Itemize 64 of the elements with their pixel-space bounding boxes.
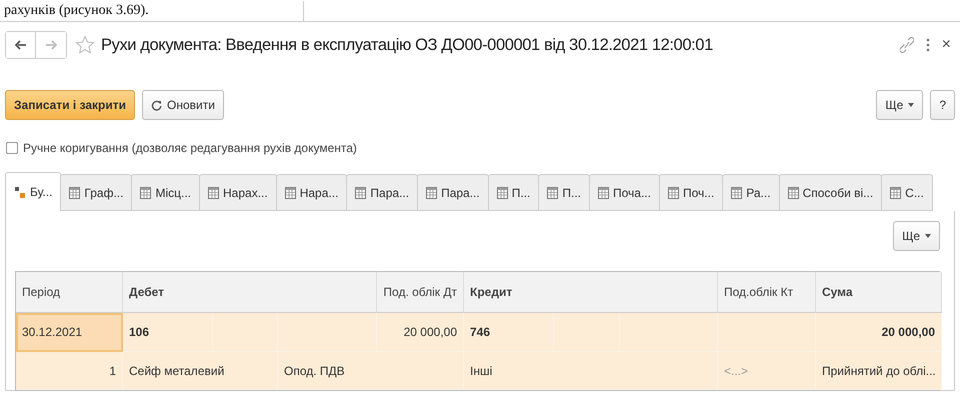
table-cell: 106 [123, 313, 213, 352]
more-button[interactable]: Ще [876, 90, 924, 120]
more-button[interactable]: Ще [893, 221, 940, 251]
star-icon[interactable] [75, 35, 95, 55]
caret-icon [908, 103, 914, 107]
table-icon [731, 186, 742, 198]
table-cell: 746 [464, 313, 554, 352]
back-arrow-icon [14, 40, 26, 50]
checkbox-label: Ручне коригування (дозволяє редагування рухів документа) [23, 141, 357, 155]
tab[interactable]: Пара... [346, 174, 418, 211]
table-icon [788, 186, 799, 198]
tab[interactable]: Нарах... [199, 174, 277, 211]
back-button[interactable] [6, 32, 36, 58]
link-icon[interactable] [900, 37, 914, 53]
tab[interactable]: С... [881, 174, 933, 211]
document-text: рахунків (рисунок 3.69). [4, 0, 304, 20]
debit-credit-icon [14, 186, 26, 198]
table-icon [496, 186, 508, 198]
table-cell: <...> [718, 352, 816, 390]
table-cell: Інші [464, 352, 718, 390]
refresh-icon [151, 100, 162, 110]
tab[interactable]: Поча... [589, 174, 660, 211]
tab[interactable]: Місц... [131, 174, 200, 211]
help-button[interactable]: ? [930, 90, 955, 120]
window-title: Рухи документа: Введення в експлуатацію ОЗ ДО00-000001 від 30.12.2021 12:00:01 [101, 36, 713, 54]
caret-icon [925, 234, 931, 238]
table-icon [284, 186, 296, 198]
table-icon [208, 186, 220, 198]
table-icon [668, 186, 679, 198]
forward-arrow-icon [45, 40, 57, 50]
more-icon[interactable] [926, 38, 930, 52]
table-cell: Сейф металевий [123, 352, 278, 390]
tab[interactable]: Способи ві... [778, 174, 882, 211]
column-header: Сума [816, 272, 942, 313]
close-button[interactable]: × [942, 36, 951, 54]
tab[interactable]: П... [538, 174, 590, 211]
table-icon [69, 186, 80, 198]
tab[interactable]: Бу... [5, 172, 62, 211]
column-header: Період [16, 272, 123, 313]
table-icon [547, 186, 558, 198]
column-header: Под. облік Дт [377, 272, 464, 313]
column-header: Кредит [464, 272, 718, 313]
table-icon [426, 186, 438, 198]
column-header: Под.облік Кт [718, 272, 816, 313]
table-cell: Опод. ПДВ [278, 352, 464, 390]
table-cell: 20 000,00 [377, 313, 464, 352]
table-cell: 20 000,00 [816, 313, 942, 352]
tab[interactable]: Граф... [60, 174, 132, 211]
table-cell: Прийнятий до облі... [816, 352, 942, 390]
save-and-close-button[interactable]: Записати і закрити [5, 90, 136, 120]
tab[interactable]: Нара... [276, 174, 348, 211]
table-icon [598, 186, 610, 198]
tab[interactable]: Поч... [658, 174, 724, 211]
column-header: Дебет [123, 272, 377, 313]
table-icon [355, 186, 366, 198]
refresh-button[interactable]: Оновити [142, 90, 224, 120]
tab[interactable]: П... [488, 174, 540, 211]
tab[interactable]: Пара... [417, 174, 489, 211]
tab[interactable]: Ра... [722, 174, 780, 211]
table-cell: 30.12.2021 [16, 313, 123, 352]
manual-edit-checkbox[interactable] [6, 142, 18, 154]
table-icon [140, 186, 152, 198]
table-cell: 1 [16, 352, 123, 390]
table-icon [890, 186, 902, 198]
